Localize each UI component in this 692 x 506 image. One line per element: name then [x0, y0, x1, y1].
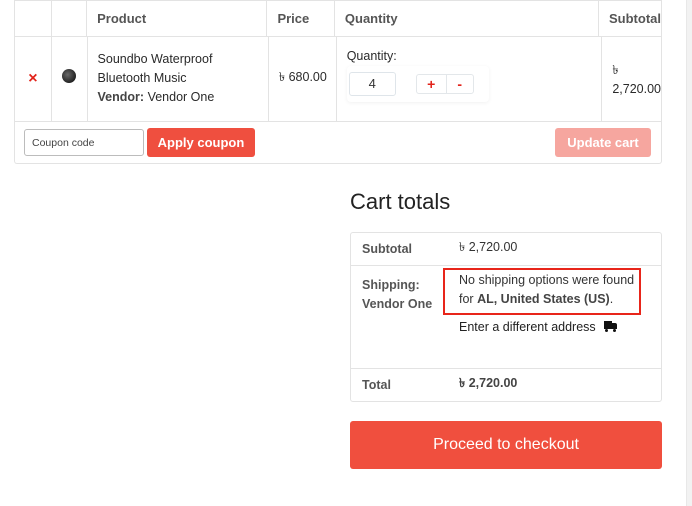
totals-subtotal-row: Subtotal ৳ 2,720.00 — [351, 233, 661, 266]
remove-item-icon[interactable]: × — [28, 71, 37, 87]
subtotal-cell: ৳ 2,720.00 — [602, 37, 661, 121]
quantity-minus-button[interactable]: - — [445, 74, 473, 93]
vendor-info: Vendor: Vendor One — [98, 88, 238, 107]
header-price: Price — [267, 1, 335, 36]
enter-different-address-link[interactable]: Enter a different address — [459, 320, 661, 334]
remove-cell: × — [15, 37, 52, 121]
quantity-plus-button[interactable]: + — [417, 75, 446, 93]
totals-total-value: ৳ 2,720.00 — [459, 376, 518, 390]
proceed-to-checkout-button[interactable]: Proceed to checkout — [350, 421, 662, 469]
header-remove — [15, 1, 52, 36]
update-cart-button[interactable]: Update cart — [555, 128, 651, 157]
cart-item-row: × Soundbo Waterproof Bluetooth Music Ven… — [15, 37, 661, 122]
totals-total-row: Total ৳ 2,720.00 — [351, 369, 661, 401]
totals-subtotal-value: ৳ 2,720.00 — [459, 240, 518, 254]
quantity-cell: Quantity: + - — [337, 37, 603, 121]
coupon-code-input[interactable] — [24, 129, 144, 156]
quantity-label: Quantity: — [346, 48, 397, 63]
totals-total-label: Total — [362, 378, 391, 392]
vendor-name: Vendor One — [147, 89, 215, 104]
item-price: ৳ 680.00 — [278, 70, 327, 84]
product-thumbnail-image[interactable] — [62, 69, 77, 83]
cart-table-header: Product Price Quantity Subtotal — [15, 0, 661, 37]
page-scrollbar-edge — [686, 0, 692, 506]
shipping-msg-suffix: . — [609, 292, 614, 306]
totals-subtotal-label: Subtotal — [362, 242, 412, 256]
quantity-buttons: + - — [415, 73, 474, 94]
coupon-group: Apply coupon — [24, 128, 255, 157]
shipping-location: AL, United States (US) — [477, 292, 610, 306]
item-subtotal: ৳ 2,720.00 — [612, 63, 662, 96]
totals-shipping-value: No shipping options were found for AL, U… — [443, 268, 661, 368]
cart-totals-title: Cart totals — [350, 189, 451, 214]
header-quantity: Quantity — [335, 1, 599, 36]
no-shipping-message: No shipping options were found for AL, U… — [443, 268, 641, 315]
price-cell: ৳ 680.00 — [269, 37, 337, 121]
totals-shipping-row: Shipping: Vendor One No shipping options… — [351, 266, 661, 369]
quantity-stepper: + - — [346, 65, 489, 102]
cart-totals-table: Subtotal ৳ 2,720.00 Shipping: Vendor One… — [350, 232, 662, 402]
quantity-input[interactable] — [348, 71, 396, 96]
header-thumbnail — [52, 1, 88, 36]
truck-icon — [603, 321, 617, 333]
header-subtotal: Subtotal — [609, 11, 661, 26]
cart-table: Product Price Quantity Subtotal × Soundb… — [14, 0, 662, 164]
different-address-label: Enter a different address — [459, 320, 596, 334]
apply-coupon-button[interactable]: Apply coupon — [147, 128, 255, 157]
header-product: Product — [87, 1, 268, 36]
thumbnail-cell — [52, 37, 88, 121]
product-name-link[interactable]: Soundbo Waterproof Bluetooth Music — [98, 50, 238, 88]
product-cell: Soundbo Waterproof Bluetooth Music Vendo… — [88, 37, 269, 121]
vendor-label: Vendor: — [97, 89, 145, 104]
cart-actions: Apply coupon Update cart — [15, 122, 661, 163]
